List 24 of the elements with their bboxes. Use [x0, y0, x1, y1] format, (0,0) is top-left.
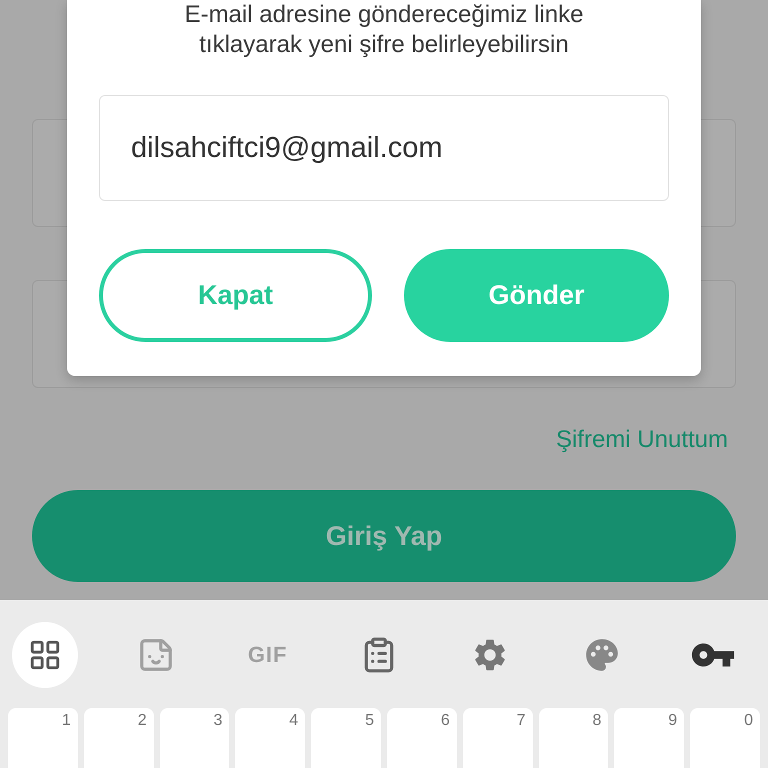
keyboard-key[interactable]: 5 — [311, 708, 381, 768]
dialog-message: E-mail adresine göndereceğimiz linke — [184, 0, 584, 30]
key-hint: 7 — [516, 711, 527, 731]
key-hint: 1 — [62, 711, 72, 731]
key-hint: 2 — [138, 711, 148, 731]
key-hint: 6 — [440, 711, 451, 731]
keyboard-key[interactable]: 2 — [84, 708, 154, 768]
key-hint: 0 — [744, 711, 754, 731]
keyboard-key[interactable]: 6 — [386, 708, 457, 768]
key-hint: 5 — [365, 711, 375, 731]
key-hint: 8 — [592, 711, 602, 731]
keyboard-key[interactable]: 4 — [235, 708, 306, 768]
email-field[interactable]: dilsahciftci9@gmail.com — [99, 95, 669, 201]
keyboard-key[interactable]: 8 — [538, 708, 608, 768]
keyboard-key[interactable]: 0 — [690, 708, 760, 768]
keyboard-key[interactable]: 7 — [462, 708, 533, 768]
key-hint: 3 — [213, 711, 224, 731]
key-hint: 4 — [289, 711, 300, 731]
dialog-message: tıklayarak yeni şifre belirleyebilirsin — [199, 30, 569, 60]
keyboard-key[interactable]: 1 — [8, 708, 78, 768]
grid-icon[interactable] — [28, 638, 62, 672]
keyboard-key[interactable]: 3 — [160, 708, 230, 768]
key-hint: 9 — [668, 711, 678, 731]
keyboard-key[interactable]: 9 — [614, 708, 684, 768]
